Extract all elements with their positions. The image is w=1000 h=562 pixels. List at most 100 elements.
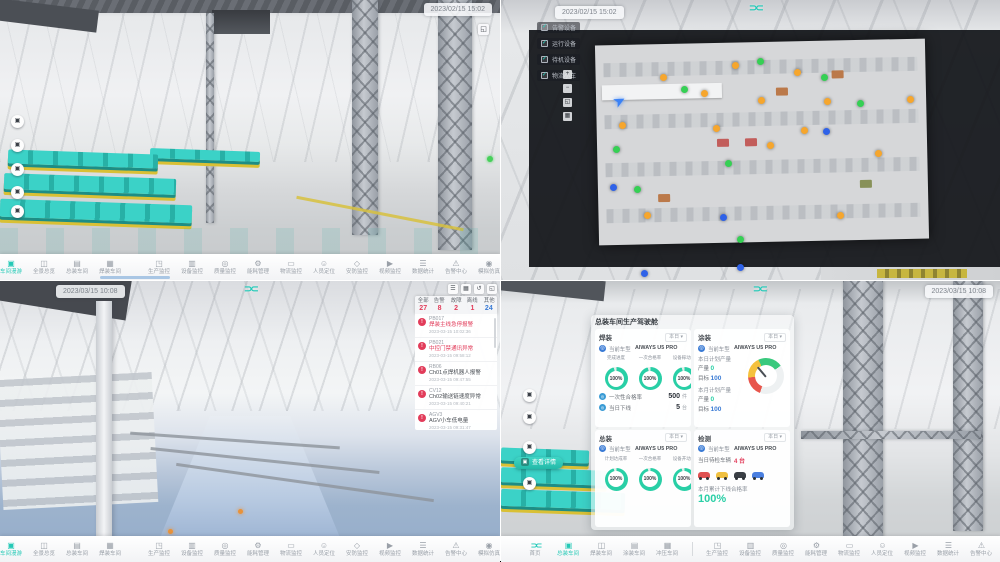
device-dot-g[interactable] (681, 86, 688, 93)
poi-marker[interactable]: ▣ (11, 139, 24, 152)
toolbar-item-物流监控[interactable]: ▭物流监控 (275, 541, 308, 558)
device-dot-b[interactable] (641, 270, 648, 277)
toolbar-item-设备监控[interactable]: ▥设备监控 (176, 541, 209, 558)
toolbar-item-生产监控[interactable]: ◳生产监控 (143, 259, 176, 276)
toolbar-item-能耗管理[interactable]: ⚙能耗管理 (242, 259, 275, 276)
toolbar-item-车间漫游[interactable]: ▣车间漫游 (0, 259, 28, 276)
viewport-plant-map[interactable]: ➤ 2023/02/15 15:02 ⊃⊂ ✓告警设备✓运行设备✓待机设备✓物流… (501, 0, 1000, 280)
device-dot-g[interactable] (857, 100, 864, 107)
panel-tool-button[interactable]: ☰ (448, 284, 458, 294)
poi-marker[interactable]: ▣ (11, 115, 24, 128)
toolbar-item-数据统计[interactable]: ☰数据统计 (407, 259, 440, 276)
toolbar-item-设备监控[interactable]: ▥设备监控 (176, 259, 209, 276)
legend-item-待机设备[interactable]: ✓待机设备 (537, 54, 580, 65)
toolbar-item-涂装车间[interactable]: ▤涂装车间 (618, 541, 651, 558)
device-dot-b[interactable] (720, 214, 727, 221)
alarm-list-item[interactable]: !CV12Ch02输送链速度异常2023-03-15 09:40:21 (415, 386, 497, 410)
toolbar-item-全景总览[interactable]: ◫全景总览 (28, 259, 61, 276)
toolbar-item-安防监控[interactable]: ◇安防监控 (341, 259, 374, 276)
alarm-list-item[interactable]: !PB017焊装主线急停报警2023-03-15 10:02:36 (415, 314, 497, 338)
alarm-tab-其他[interactable]: 其他24 (481, 296, 497, 314)
range-dropdown[interactable]: 本日 ▾ (665, 333, 687, 342)
checkbox-icon[interactable]: ✓ (541, 40, 548, 47)
panel-tool-button[interactable]: ◱ (487, 284, 497, 294)
toolbar-item-设备监控[interactable]: ▥设备监控 (734, 541, 767, 558)
toolbar-item-视频监控[interactable]: ▶视频监控 (374, 541, 407, 558)
toolbar-item-模拟仿真[interactable]: ◉模拟仿真 (473, 541, 501, 558)
toolbar-item-物流监控[interactable]: ▭物流监控 (833, 541, 866, 558)
alarm-tab-告警[interactable]: 告警8 (431, 296, 447, 314)
toolbar-item-人员定位[interactable]: ☺人员定位 (308, 259, 341, 276)
device-dot-b[interactable] (610, 184, 617, 191)
view-details-button[interactable]: ▣查看详情 (514, 457, 563, 469)
alarm-list-item[interactable]: !AGV3AGV小车低电量2023-03-15 09:31:47 (415, 410, 497, 430)
viewport-production-dashboard[interactable]: 2023/03/15 10:08 ⊃⊂ ▣▣▣▣ ▣查看详情 总装车间生产驾驶舱… (501, 281, 1000, 562)
device-dot-o[interactable] (907, 96, 914, 103)
legend-item-物流小车[interactable]: ✓物流小车 (537, 70, 580, 81)
device-dot-g[interactable] (634, 186, 641, 193)
poi-marker[interactable]: ▣ (523, 411, 536, 424)
toolbar-item-视频监控[interactable]: ▶视频监控 (899, 541, 932, 558)
poi-marker[interactable]: ▣ (11, 163, 24, 176)
toolbar-item-焊装车间[interactable]: ▦焊装车间 (94, 259, 127, 276)
device-dot-o[interactable] (758, 97, 765, 104)
poi-marker[interactable]: ▣ (523, 441, 536, 454)
panel-tool-button[interactable]: ↺ (474, 284, 484, 294)
toolbar-item-车间漫游[interactable]: ▣车间漫游 (0, 541, 28, 558)
toolbar-item-数据统计[interactable]: ☰数据统计 (407, 541, 440, 558)
poi-marker[interactable]: ▣ (11, 205, 24, 218)
alarm-list-item[interactable]: !RB06Ch01点焊机器人报警2023-03-15 09:47:55 (415, 362, 497, 386)
toolbar-item-人员定位[interactable]: ☺人员定位 (866, 541, 899, 558)
device-dot-g[interactable] (725, 160, 732, 167)
device-dot-o[interactable] (732, 62, 739, 69)
toolbar-item-生产监控[interactable]: ◳生产监控 (701, 541, 734, 558)
device-dot-o[interactable] (824, 98, 831, 105)
toolbar-item-物流监控[interactable]: ▭物流监控 (275, 259, 308, 276)
alarm-tab-故障[interactable]: 故障2 (448, 296, 464, 314)
map-tool-button[interactable]: ◱ (563, 98, 572, 107)
alarm-tab-离线[interactable]: 离线1 (464, 296, 480, 314)
viewport-workshop-roam[interactable]: 2023/02/15 15:02 ◱ ▣▣▣▣▣ ⊃⊂首页▣车间漫游◫全景总览▤… (0, 0, 500, 280)
toolbar-item-能耗管理[interactable]: ⚙能耗管理 (242, 541, 275, 558)
checkbox-icon[interactable]: ✓ (541, 72, 548, 79)
toolbar-item-质量监控[interactable]: ◎质量监控 (767, 541, 800, 558)
device-dot-o[interactable] (837, 212, 844, 219)
toolbar-item-数据统计[interactable]: ☰数据统计 (932, 541, 965, 558)
toolbar-item-生产监控[interactable]: ◳生产监控 (143, 541, 176, 558)
range-dropdown[interactable]: 本日 ▾ (764, 333, 786, 342)
panel-scrollbar[interactable] (494, 318, 496, 348)
toolbar-item-安防监控[interactable]: ◇安防监控 (341, 541, 374, 558)
device-dot-o[interactable] (660, 74, 667, 81)
device-dot-g[interactable] (613, 146, 620, 153)
legend-item-运行设备[interactable]: ✓运行设备 (537, 38, 580, 49)
toolbar-item-焊装车间[interactable]: ◫焊装车间 (585, 541, 618, 558)
toolbar-item-告警中心[interactable]: ⚠告警中心 (440, 541, 473, 558)
checkbox-icon[interactable]: ✓ (541, 24, 548, 31)
toolbar-item-质量监控[interactable]: ◎质量监控 (209, 541, 242, 558)
toolbar-item-冲压车间[interactable]: ▦冲压车间 (651, 541, 684, 558)
panel-tool-button[interactable]: ▦ (461, 284, 471, 294)
alarm-list-item[interactable]: !PB021中控门禁通讯异常2023-03-15 09:58:12 (415, 338, 497, 362)
toolbar-item-模拟仿真[interactable]: ◉模拟仿真 (473, 259, 501, 276)
toolbar-item-视频监控[interactable]: ▶视频监控 (374, 259, 407, 276)
viewport-assembly-aisle[interactable]: 2023/03/15 10:08 ⊃⊂ ☰▦↺◱ 全部27告警8故障2离线1其他… (0, 281, 500, 562)
device-dot-g[interactable] (821, 74, 828, 81)
device-dot-o[interactable] (801, 127, 808, 134)
toolbar-item-焊装车间[interactable]: ▦焊装车间 (94, 541, 127, 558)
map-tool-button[interactable]: − (563, 84, 572, 93)
toolbar-item-人员定位[interactable]: ☺人员定位 (308, 541, 341, 558)
poi-marker[interactable]: ▣ (11, 186, 24, 199)
poi-marker[interactable]: ▣ (523, 477, 536, 490)
device-dot-o[interactable] (701, 90, 708, 97)
fullscreen-button[interactable]: ◱ (478, 24, 489, 35)
toolbar-item-告警中心[interactable]: ⚠告警中心 (965, 541, 998, 558)
alarm-tab-全部[interactable]: 全部27 (415, 296, 431, 314)
toolbar-item-质量监控[interactable]: ◎质量监控 (209, 259, 242, 276)
device-dot-o[interactable] (767, 142, 774, 149)
toolbar-item-总装车间[interactable]: ▤总装车间 (61, 259, 94, 276)
toolbar-item-能耗管理[interactable]: ⚙能耗管理 (800, 541, 833, 558)
range-dropdown[interactable]: 本日 ▾ (665, 433, 687, 442)
poi-marker[interactable]: ▣ (523, 389, 536, 402)
map-tool-button[interactable]: + (563, 70, 572, 79)
device-dot-g[interactable] (757, 58, 764, 65)
